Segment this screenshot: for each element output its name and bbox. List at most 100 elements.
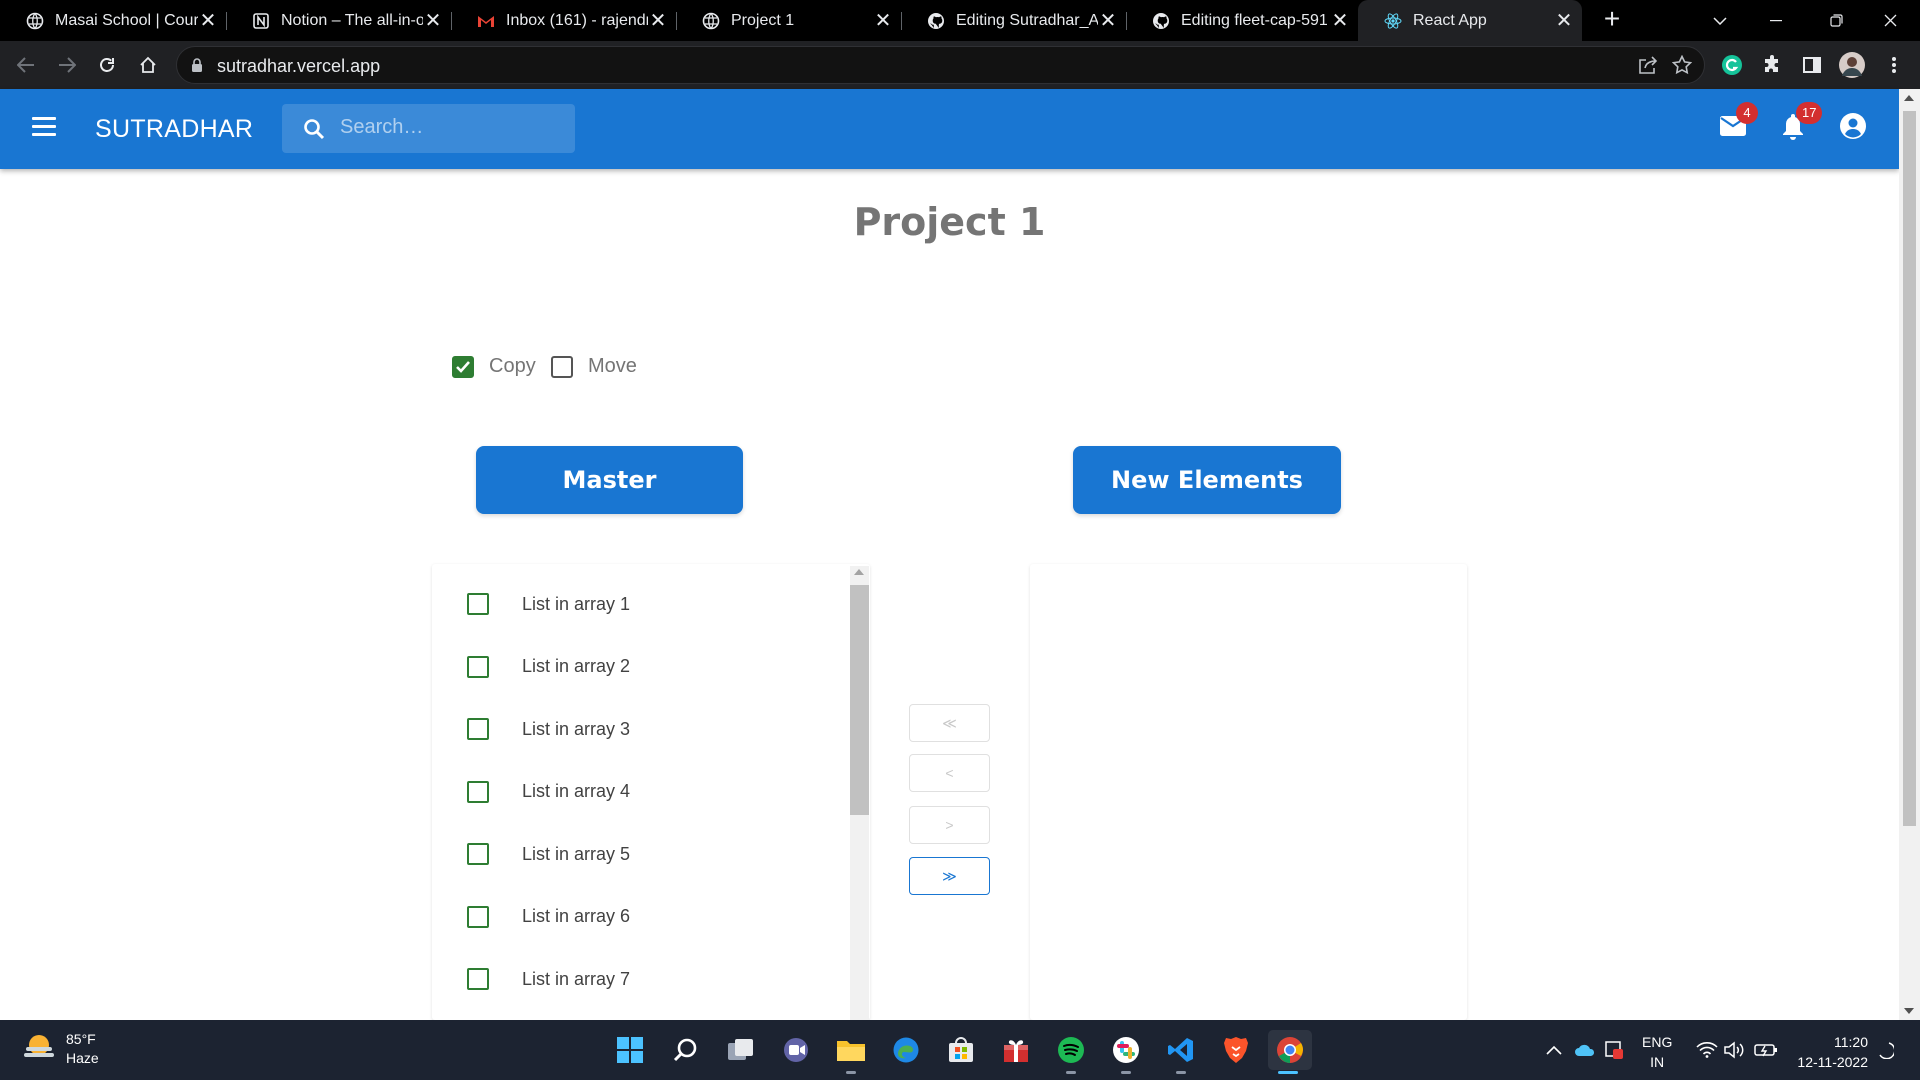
move-right-button[interactable]: >: [909, 806, 990, 844]
list-item-checkbox[interactable]: [467, 843, 489, 865]
search-input[interactable]: [340, 116, 560, 139]
tab-github-sutradhar[interactable]: Editing Sutradhar_Ass ✕: [901, 0, 1126, 41]
tab-react-app[interactable]: React App ✕: [1358, 0, 1582, 41]
microsoft-store-icon[interactable]: [941, 1030, 981, 1070]
url-text: sutradhar.vercel.app: [217, 56, 381, 76]
copy-label: Copy: [489, 355, 536, 377]
master-button[interactable]: Master: [476, 446, 743, 514]
edge-icon[interactable]: [886, 1030, 926, 1070]
menu-icon[interactable]: [32, 117, 56, 137]
bookmark-star-icon[interactable]: [1671, 54, 1693, 80]
page-scrollbar-thumb[interactable]: [1903, 111, 1916, 826]
mail-button[interactable]: 4: [1716, 102, 1758, 145]
close-tab-icon[interactable]: ✕: [1554, 11, 1574, 31]
copy-option[interactable]: Copy: [452, 355, 536, 378]
brave-icon[interactable]: [1216, 1030, 1256, 1070]
chrome-taskbar-icon[interactable]: [1268, 1030, 1312, 1074]
region-code: IN: [1650, 1054, 1665, 1070]
scroll-up-arrow-icon[interactable]: [1904, 95, 1914, 101]
list-item-label: List in array 3: [522, 718, 631, 739]
notifications-button[interactable]: 17: [1776, 102, 1823, 145]
scroll-up-arrow-icon[interactable]: [854, 569, 864, 575]
slack-icon[interactable]: [1106, 1030, 1146, 1074]
list-item-checkbox[interactable]: [467, 718, 489, 740]
vscode-icon[interactable]: [1161, 1030, 1201, 1074]
close-tab-icon[interactable]: ✕: [1330, 11, 1350, 31]
list-item[interactable]: List in array 4: [432, 772, 832, 812]
volume-icon[interactable]: [1724, 1020, 1746, 1080]
system-clock[interactable]: 11:20 12-11-2022: [1788, 1032, 1868, 1072]
scroll-down-arrow-icon[interactable]: [1904, 1008, 1914, 1014]
github-icon: [927, 12, 945, 30]
page-scrollbar[interactable]: [1899, 89, 1920, 1020]
list-item[interactable]: List in array 7: [432, 959, 832, 999]
move-all-left-button[interactable]: ≪: [909, 704, 990, 742]
new-elements-button[interactable]: New Elements: [1073, 446, 1341, 514]
battery-icon[interactable]: [1754, 1020, 1778, 1080]
side-panel-icon[interactable]: [1798, 51, 1826, 79]
list-item[interactable]: List in array 3: [432, 709, 832, 749]
list-item[interactable]: List in array 1: [432, 584, 832, 624]
list-item-checkbox[interactable]: [467, 905, 489, 928]
task-view-icon[interactable]: [721, 1030, 761, 1070]
move-option[interactable]: Move: [551, 355, 637, 378]
tray-app-icon[interactable]: [1604, 1020, 1624, 1080]
wifi-icon[interactable]: [1696, 1020, 1718, 1080]
list-item[interactable]: List in array 6: [432, 897, 832, 937]
tab-github-fleet-cap[interactable]: Editing fleet-cap-591 ✕: [1126, 0, 1358, 41]
teams-chat-icon[interactable]: [776, 1030, 816, 1070]
tab-title: Project 1: [731, 11, 795, 29]
grammarly-icon[interactable]: [1718, 51, 1746, 79]
home-icon[interactable]: [132, 49, 164, 81]
close-window-button[interactable]: [1860, 0, 1920, 41]
close-tab-icon[interactable]: ✕: [198, 11, 218, 31]
list-item-checkbox[interactable]: [467, 780, 489, 803]
minimize-button[interactable]: [1746, 0, 1806, 41]
list-item-checkbox[interactable]: [467, 968, 489, 990]
forward-icon[interactable]: [51, 49, 83, 81]
list-scrollbar-thumb[interactable]: [850, 585, 869, 815]
new-tab-button[interactable]: +: [1598, 5, 1626, 34]
tab-search-icon[interactable]: [1690, 0, 1750, 41]
show-hidden-icons-icon[interactable]: [1546, 1020, 1562, 1080]
chrome-menu-icon[interactable]: [1880, 51, 1908, 79]
gift-app-icon[interactable]: [996, 1030, 1036, 1070]
extensions-icon[interactable]: [1758, 51, 1786, 79]
onedrive-icon[interactable]: [1574, 1020, 1596, 1080]
file-explorer-icon[interactable]: [831, 1030, 871, 1074]
notification-center-icon[interactable]: [1876, 1020, 1894, 1080]
profile-avatar[interactable]: [1838, 51, 1866, 79]
share-icon[interactable]: [1638, 56, 1658, 79]
search-taskbar-icon[interactable]: [666, 1030, 706, 1070]
spotify-icon[interactable]: [1051, 1030, 1091, 1074]
move-left-button[interactable]: <: [909, 754, 990, 792]
close-tab-icon[interactable]: ✕: [648, 11, 668, 31]
tab-title: Notion – The all-in-one: [281, 11, 423, 29]
account-button[interactable]: [1836, 111, 1870, 145]
move-checkbox[interactable]: [551, 355, 573, 378]
tab-masai-school[interactable]: Masai School | Course ✕: [0, 0, 226, 41]
list-item[interactable]: List in array 2: [432, 647, 832, 687]
list-item-checkbox[interactable]: [467, 593, 489, 615]
back-icon[interactable]: [10, 49, 42, 81]
list-item[interactable]: List in array 5: [432, 834, 832, 874]
tab-project-1[interactable]: Project 1 ✕: [676, 0, 901, 41]
reload-icon[interactable]: [91, 49, 123, 81]
notification-count-badge: 17: [1796, 102, 1823, 124]
close-tab-icon[interactable]: ✕: [423, 11, 443, 31]
tab-title: Editing Sutradhar_Ass: [956, 11, 1098, 29]
list-item-label: List in array 2: [522, 656, 631, 676]
close-tab-icon[interactable]: ✕: [873, 11, 893, 31]
weather-widget[interactable]: 85°F Haze: [22, 1030, 99, 1068]
list-item-checkbox[interactable]: [467, 655, 489, 678]
copy-checkbox[interactable]: [452, 355, 474, 378]
restore-button[interactable]: [1806, 0, 1866, 41]
list-item-label: List in array 7: [522, 968, 631, 989]
close-tab-icon[interactable]: ✕: [1098, 11, 1118, 31]
tab-gmail-inbox[interactable]: Inbox (161) - rajendra ✕: [451, 0, 676, 41]
tab-notion[interactable]: Notion – The all-in-one ✕: [226, 0, 451, 41]
start-button[interactable]: [610, 1030, 650, 1070]
move-all-right-button[interactable]: ≫: [909, 857, 990, 895]
language-indicator[interactable]: ENG IN: [1642, 1032, 1672, 1072]
address-bar[interactable]: sutradhar.vercel.app: [176, 46, 1705, 84]
